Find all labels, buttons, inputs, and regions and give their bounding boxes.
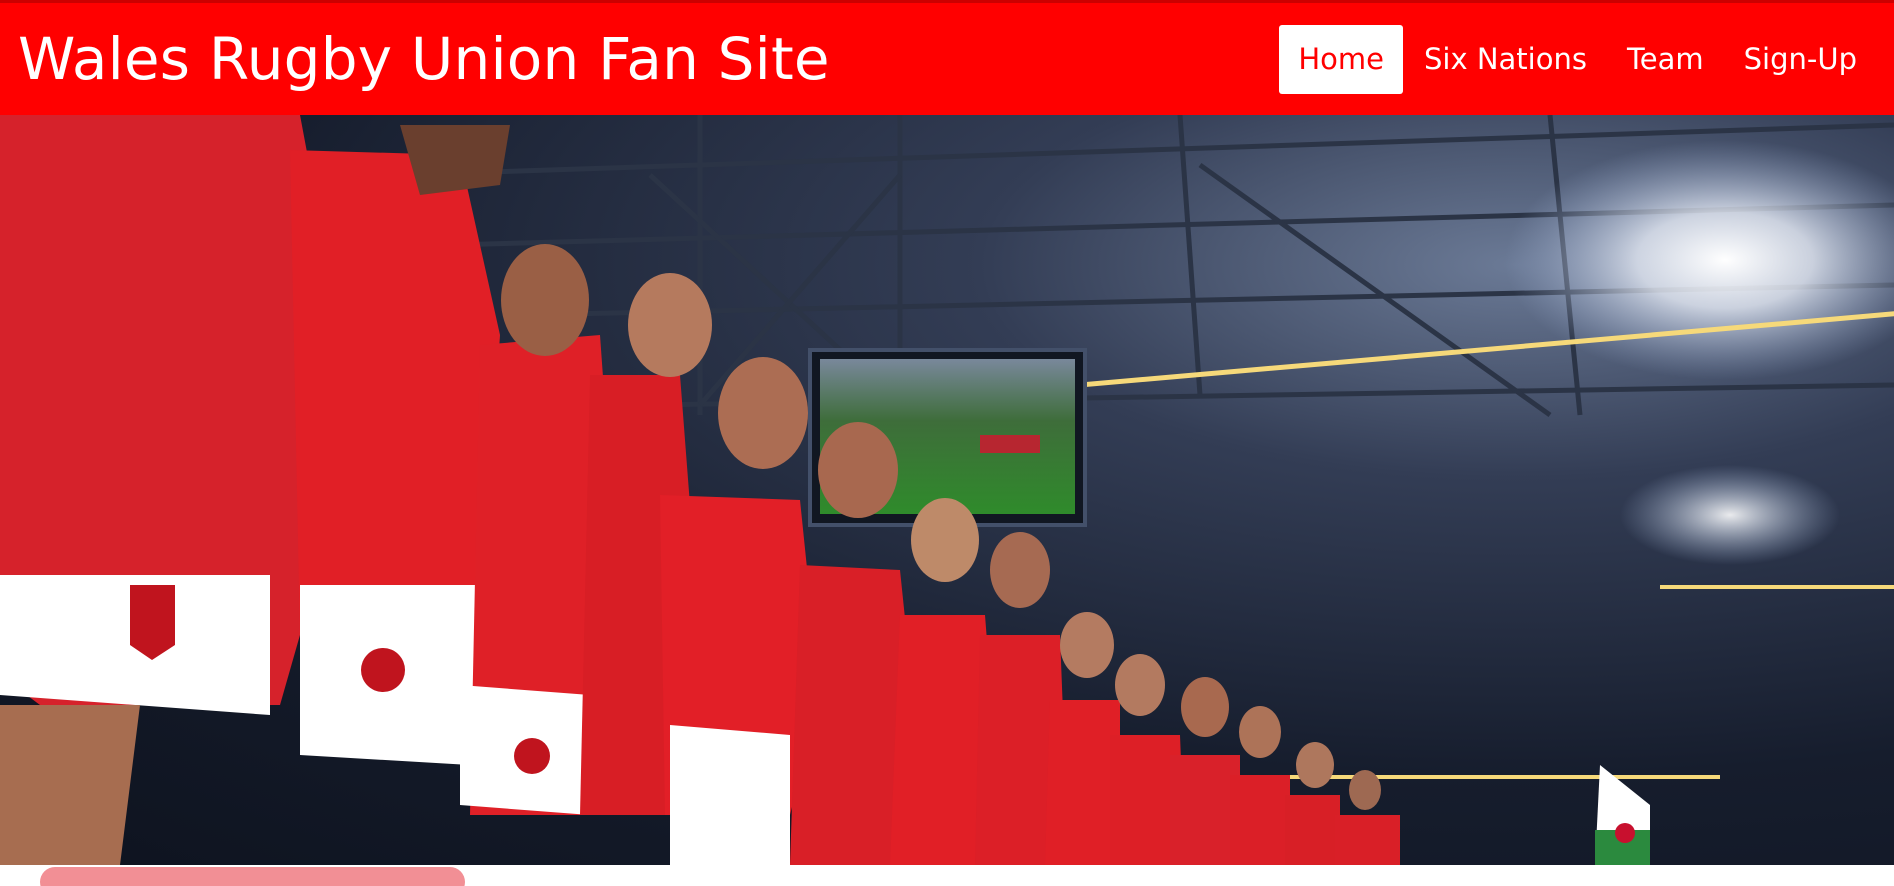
floodlight (1620, 465, 1840, 565)
nav-team[interactable]: Team (1608, 25, 1723, 94)
nav-home[interactable]: Home (1279, 24, 1403, 94)
below-hero-strip (0, 865, 1894, 886)
nav-six-nations[interactable]: Six Nations (1405, 25, 1606, 94)
welsh-flag (1595, 765, 1650, 865)
main-navigation: Home Six Nations Team Sign-Up (1277, 24, 1876, 94)
navbar: Wales Rugby Union Fan Site Home Six Nati… (0, 3, 1894, 115)
nav-sign-up[interactable]: Sign-Up (1725, 25, 1876, 94)
hero-image (0, 115, 1894, 865)
content-pill (40, 867, 465, 886)
team-lineup-photo (0, 115, 1894, 865)
site-title[interactable]: Wales Rugby Union Fan Site (18, 30, 830, 88)
